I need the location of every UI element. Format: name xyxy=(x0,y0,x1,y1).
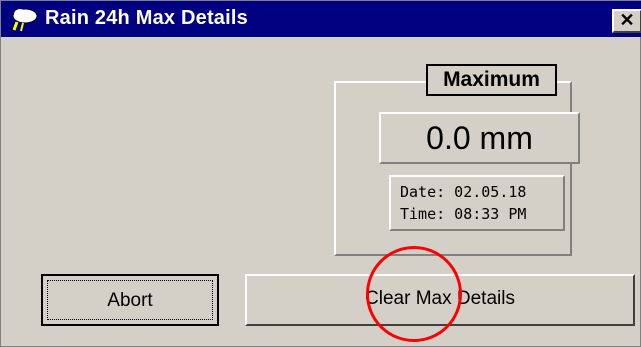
weather-cloud-icon xyxy=(12,8,38,32)
close-button[interactable]: ✕ xyxy=(612,9,641,33)
close-icon: ✕ xyxy=(619,10,635,30)
max-rain-value: 0.0 mm xyxy=(379,112,580,164)
maximum-heading: Maximum xyxy=(426,64,557,96)
abort-button[interactable]: Abort xyxy=(41,274,219,326)
title-bar: Rain 24h Max Details ✕ xyxy=(1,1,641,37)
highlight-circle xyxy=(366,246,462,342)
abort-button-label: Abort xyxy=(47,280,213,320)
date-label: Date: 02.05.18 xyxy=(400,183,527,201)
window-title: Rain 24h Max Details xyxy=(45,7,248,29)
date-time-box: Date: 02.05.18 Time: 08:33 PM xyxy=(389,175,565,231)
rain-max-details-dialog: Rain 24h Max Details ✕ Maximum 0.0 mm Da… xyxy=(0,0,641,347)
time-label: Time: 08:33 PM xyxy=(400,205,527,223)
